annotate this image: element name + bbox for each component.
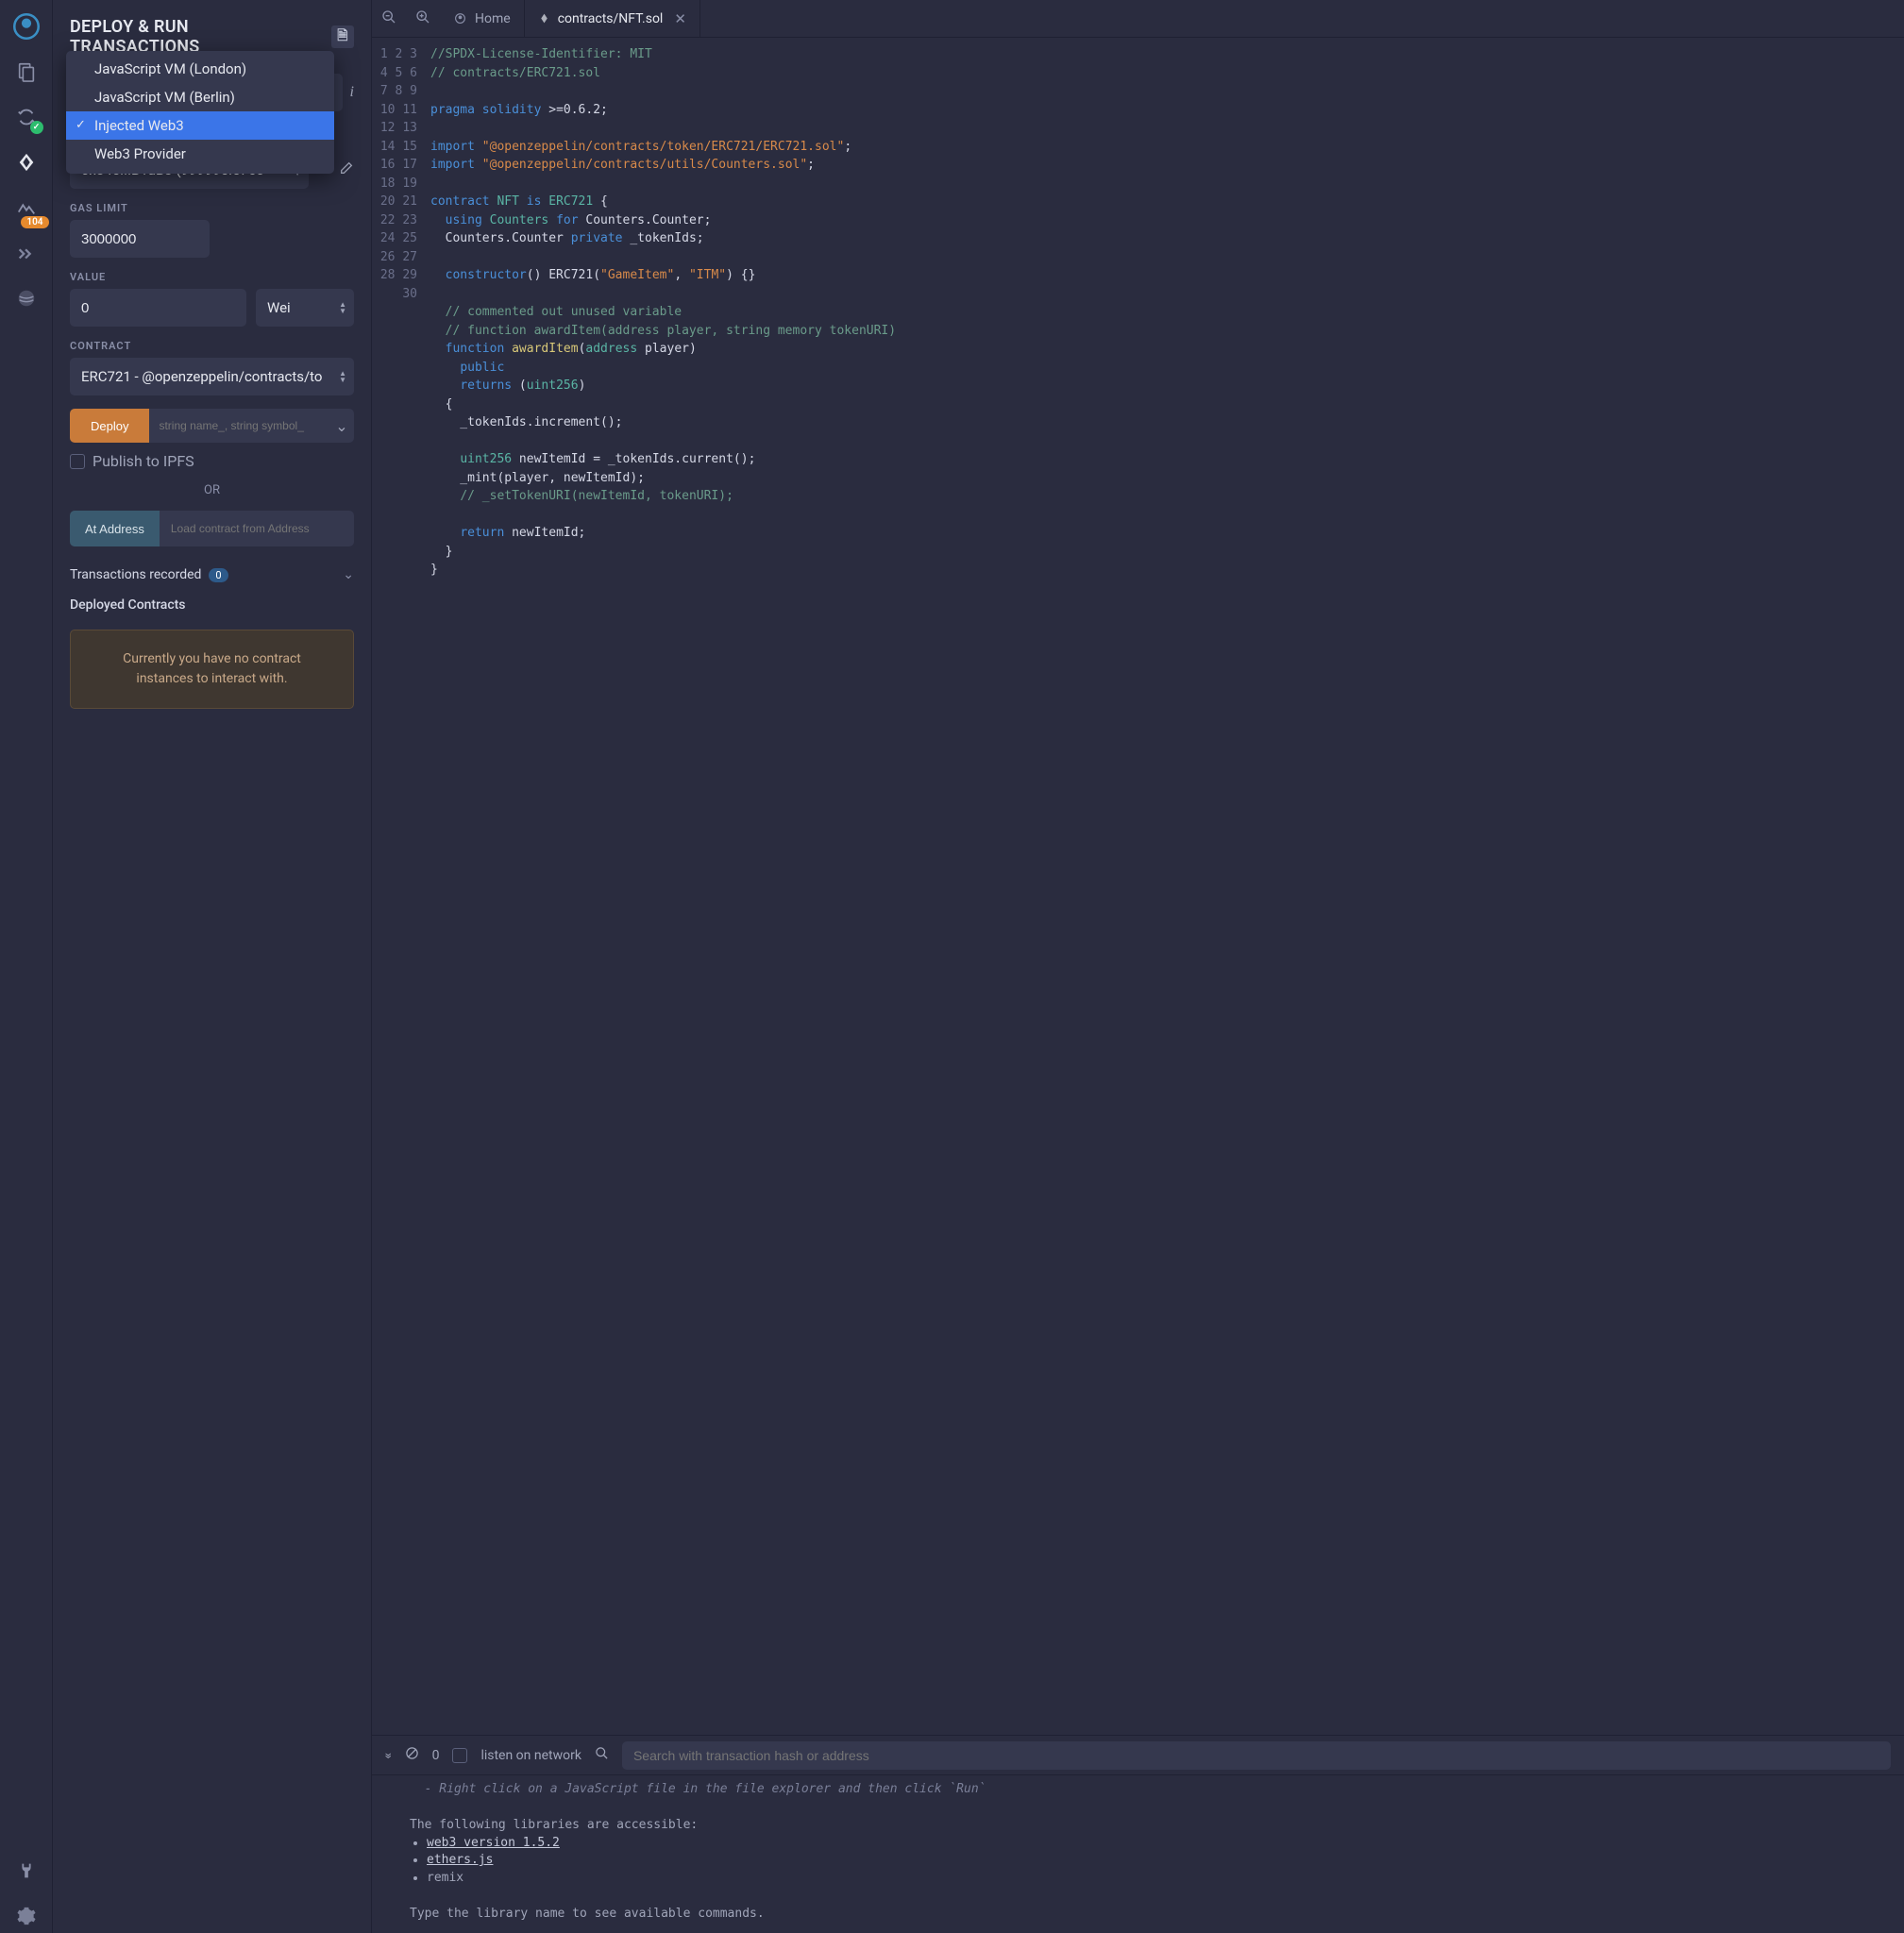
value-unit-select[interactable]: Wei ▲▼	[256, 289, 354, 327]
doc-icon[interactable]: 🗎	[331, 25, 354, 48]
home-icon	[453, 11, 467, 25]
deployed-contracts-title: Deployed Contracts	[70, 597, 354, 613]
tab-home-label: Home	[475, 11, 511, 26]
chevron-down-icon: ⌄	[343, 567, 354, 582]
solidity-icon	[538, 12, 550, 25]
icon-sidebar: ✓ 104	[0, 0, 53, 1933]
contract-select[interactable]: ERC721 - @openzeppelin/contracts/to ▲▼	[70, 358, 354, 395]
expand-args-icon[interactable]: ⌄	[329, 409, 354, 443]
transactions-count-badge: 0	[209, 568, 227, 582]
plug-icon[interactable]	[9, 1854, 43, 1888]
code-editor[interactable]: 1 2 3 4 5 6 7 8 9 10 11 12 13 14 15 16 1…	[372, 38, 1904, 1735]
collapse-terminal-icon[interactable]: »	[380, 1752, 396, 1758]
remix-logo-icon[interactable]	[9, 9, 43, 43]
zoom-in-icon[interactable]	[406, 9, 440, 28]
env-option[interactable]: JavaScript VM (London)	[66, 55, 334, 83]
analyzer-icon[interactable]: 104	[9, 191, 43, 225]
value-unit: Wei	[267, 299, 291, 316]
tab-home[interactable]: Home	[440, 0, 525, 37]
env-option[interactable]: ✓Injected Web3	[66, 111, 334, 140]
search-icon[interactable]	[595, 1746, 609, 1764]
value-label: VALUE	[70, 271, 354, 283]
plugin-icon[interactable]	[9, 281, 43, 315]
compiler-icon[interactable]: ✓	[9, 100, 43, 134]
tab-bar: Home contracts/NFT.sol ✕	[372, 0, 1904, 38]
line-gutter: 1 2 3 4 5 6 7 8 9 10 11 12 13 14 15 16 1…	[372, 38, 430, 1735]
deploy-button[interactable]: Deploy	[70, 409, 149, 443]
contract-label: CONTRACT	[70, 340, 354, 352]
tab-file-label: contracts/NFT.sol	[558, 11, 664, 26]
edit-icon[interactable]	[339, 160, 354, 179]
tab-file[interactable]: contracts/NFT.sol ✕	[525, 0, 700, 37]
environment-dropdown[interactable]: JavaScript VM (London)JavaScript VM (Ber…	[66, 51, 334, 174]
listen-network-label: listen on network	[480, 1748, 581, 1763]
at-address-input[interactable]	[160, 511, 354, 546]
debugger-icon[interactable]	[9, 236, 43, 270]
deploy-run-icon[interactable]	[9, 145, 43, 179]
at-address-button[interactable]: At Address	[70, 511, 160, 546]
empty-contracts-message: Currently you have no contract instances…	[70, 630, 354, 709]
listen-network-checkbox[interactable]	[452, 1748, 467, 1763]
deploy-panel: DEPLOY & RUN TRANSACTIONS 🗎 Injected Web…	[53, 0, 372, 1933]
value-input[interactable]	[70, 289, 246, 327]
publish-ipfs-checkbox[interactable]	[70, 454, 85, 469]
close-tab-icon[interactable]: ✕	[674, 10, 686, 27]
contract-value: ERC721 - @openzeppelin/contracts/to	[81, 368, 323, 385]
terminal-output[interactable]: - Right click on a JavaScript file in th…	[372, 1775, 1904, 1933]
env-option[interactable]: JavaScript VM (Berlin)	[66, 83, 334, 111]
terminal: » 0 listen on network - Right click on a…	[372, 1735, 1904, 1933]
file-explorer-icon[interactable]	[9, 55, 43, 89]
gas-input[interactable]	[70, 220, 210, 258]
transactions-recorded-label: Transactions recorded	[70, 567, 201, 582]
transactions-recorded-row[interactable]: Transactions recorded 0 ⌄	[70, 567, 354, 582]
terminal-toolbar: » 0 listen on network	[372, 1736, 1904, 1775]
gas-label: GAS LIMIT	[70, 202, 354, 214]
terminal-search-input[interactable]	[622, 1741, 1891, 1770]
publish-ipfs-label: Publish to IPFS	[93, 452, 194, 470]
env-option[interactable]: Web3 Provider	[66, 140, 334, 168]
code-content[interactable]: //SPDX-License-Identifier: MIT // contra…	[430, 38, 1904, 1735]
main-area: Home contracts/NFT.sol ✕ 1 2 3 4 5 6 7 8…	[372, 0, 1904, 1933]
info-icon[interactable]: i	[350, 84, 354, 101]
or-divider: OR	[70, 483, 354, 497]
settings-icon[interactable]	[9, 1899, 43, 1933]
deploy-args-input[interactable]	[149, 409, 329, 443]
pending-tx-count: 0	[432, 1748, 440, 1763]
clear-terminal-icon[interactable]	[405, 1746, 419, 1764]
zoom-out-icon[interactable]	[372, 9, 406, 28]
